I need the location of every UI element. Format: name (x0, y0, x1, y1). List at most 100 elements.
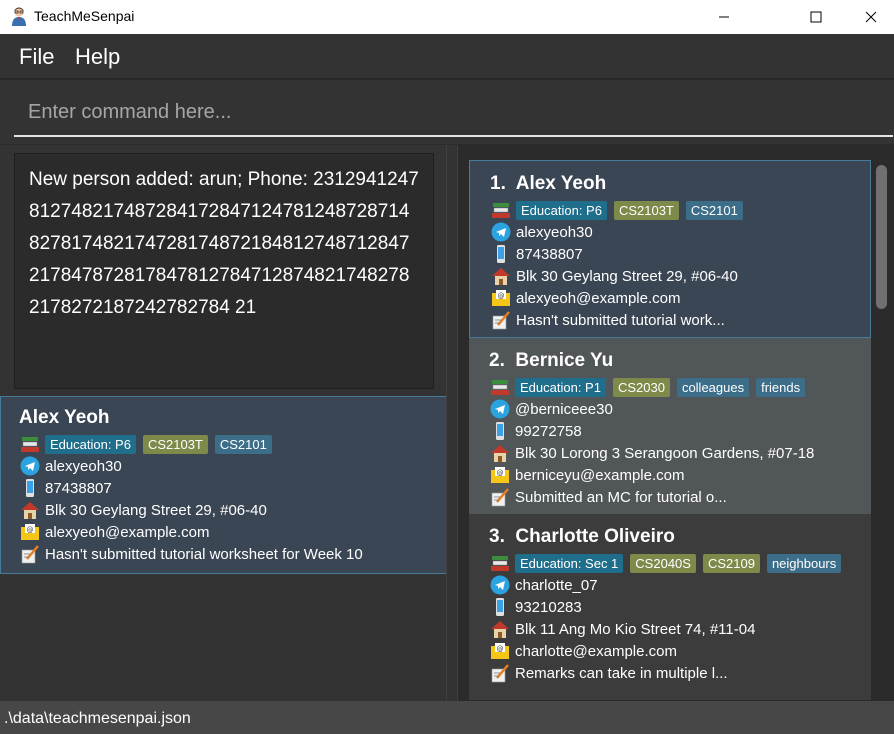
window-title: TeachMeSenpai (34, 8, 135, 24)
person-email-row: @ alexyeoh@example.com (490, 287, 850, 309)
person-list: 1. Alex Yeoh Education: P6 CS2103T CS210… (469, 160, 871, 700)
person-telegram: @berniceee30 (515, 400, 613, 418)
person-remark: Hasn't submitted tutorial work... (516, 311, 725, 329)
person-index: 2. (489, 350, 505, 371)
detail-tag: Education: P6 (45, 434, 136, 454)
person-address-row: Blk 11 Ang Mo Kio Street 74, #11-04 (489, 618, 851, 640)
detail-tags-row: Education: P6 CS2103T CS2101 (19, 433, 428, 455)
email-icon: @ (489, 465, 511, 485)
person-telegram-row: alexyeoh30 (490, 221, 850, 243)
phone-icon (489, 597, 511, 617)
person-name-row: 1. Alex Yeoh (490, 171, 850, 199)
telegram-icon (489, 575, 511, 595)
menu-file[interactable]: File (19, 44, 54, 70)
title-bar: TeachMeSenpai (0, 0, 894, 34)
minimize-icon[interactable] (701, 0, 747, 34)
person-name-row: 3. Charlotte Oliveiro (489, 524, 851, 552)
status-bar: .\data\teachmesenpai.json (0, 701, 894, 734)
detail-telegram: alexyeoh30 (45, 457, 122, 475)
phone-icon (19, 478, 41, 498)
detail-name: Alex Yeoh (19, 407, 110, 428)
split-divider[interactable] (446, 145, 458, 701)
person-address: Blk 30 Geylang Street 29, #06-40 (516, 267, 738, 285)
result-display: New person added: arun; Phone: 231294124… (14, 153, 434, 389)
svg-text:@: @ (497, 469, 504, 477)
command-box (0, 80, 894, 144)
detail-phone-row: 87438807 (19, 477, 428, 499)
phone-icon (489, 421, 511, 441)
person-tag: CS2040S (630, 553, 696, 573)
person-tags-row: Education: P6 CS2103T CS2101 (490, 199, 850, 221)
person-card[interactable]: 1. Alex Yeoh Education: P6 CS2103T CS210… (469, 160, 871, 338)
person-tag: Education: P1 (515, 377, 606, 397)
teacher-icon (10, 6, 28, 26)
person-phone: 99272758 (515, 422, 582, 440)
maximize-icon[interactable] (793, 0, 839, 34)
detail-remark: Hasn't submitted tutorial worksheet for … (45, 545, 363, 563)
person-tag: CS2103T (613, 200, 679, 220)
person-card[interactable]: 2. Bernice Yu Education: P1 CS2030 colle… (469, 338, 871, 514)
svg-text:@: @ (498, 292, 505, 300)
detail-address-row: Blk 30 Geylang Street 29, #06-40 (19, 499, 428, 521)
person-remark-row: Remarks can take in multiple l... (489, 662, 851, 684)
person-tag: CS2101 (685, 200, 743, 220)
person-remark-row: Hasn't submitted tutorial work... (490, 309, 850, 331)
remark-icon (489, 487, 511, 507)
person-telegram-row: @berniceee30 (489, 398, 851, 420)
person-name: Bernice Yu (515, 350, 614, 371)
detail-telegram-row: alexyeoh30 (19, 455, 428, 477)
left-panel: New person added: arun; Phone: 231294124… (0, 145, 447, 701)
person-detail-panel: Alex Yeoh Education: P6 CS2103T CS2101 a… (0, 396, 447, 574)
person-index: 3. (489, 526, 505, 547)
remark-icon (19, 544, 41, 564)
person-phone-row: 99272758 (489, 420, 851, 442)
email-icon: @ (490, 288, 512, 308)
svg-text:@: @ (27, 526, 34, 534)
person-address: Blk 11 Ang Mo Kio Street 74, #11-04 (515, 620, 756, 638)
menu-help[interactable]: Help (75, 44, 120, 70)
person-tag: neighbours (766, 553, 842, 573)
person-tag: Education: P6 (516, 200, 607, 220)
detail-email: alexyeoh@example.com (45, 523, 210, 541)
menu-bar: File Help (0, 34, 894, 79)
telegram-icon (490, 222, 512, 242)
books-icon (19, 434, 41, 454)
email-icon: @ (489, 641, 511, 661)
detail-phone: 87438807 (45, 479, 112, 497)
books-icon (490, 200, 512, 220)
person-list-panel: 1. Alex Yeoh Education: P6 CS2103T CS210… (458, 145, 894, 701)
house-icon (489, 619, 511, 639)
person-email: alexyeoh@example.com (516, 289, 681, 307)
house-icon (490, 266, 512, 286)
person-index: 1. (490, 173, 506, 194)
close-icon[interactable] (848, 0, 894, 34)
person-telegram: alexyeoh30 (516, 223, 593, 241)
remark-icon (489, 663, 511, 683)
person-address-row: Blk 30 Geylang Street 29, #06-40 (490, 265, 850, 287)
person-email: berniceyu@example.com (515, 466, 685, 484)
email-icon: @ (19, 522, 41, 542)
person-email-row: @ charlotte@example.com (489, 640, 851, 662)
person-tag: CS2109 (702, 553, 760, 573)
remark-icon (490, 310, 512, 330)
house-icon (19, 500, 41, 520)
telegram-icon (489, 399, 511, 419)
person-phone-row: 93210283 (489, 596, 851, 618)
house-icon (489, 443, 511, 463)
list-scrollbar-thumb[interactable] (876, 165, 887, 309)
person-phone-row: 87438807 (490, 243, 850, 265)
person-email-row: @ berniceyu@example.com (489, 464, 851, 486)
person-phone: 93210283 (515, 598, 582, 616)
person-tags-row: Education: P1 CS2030 colleagues friends (489, 376, 851, 398)
person-tag: friends (756, 377, 806, 397)
person-tags-row: Education: Sec 1 CS2040S CS2109 neighbou… (489, 552, 851, 574)
books-icon (489, 553, 511, 573)
command-input[interactable] (14, 90, 893, 137)
detail-tag: CS2103T (142, 434, 208, 454)
person-remark: Submitted an MC for tutorial o... (515, 488, 727, 506)
detail-tag: CS2101 (214, 434, 272, 454)
person-card[interactable]: 3. Charlotte Oliveiro Education: Sec 1 C… (469, 514, 871, 700)
phone-icon (490, 244, 512, 264)
person-remark: Remarks can take in multiple l... (515, 664, 728, 682)
books-icon (489, 377, 511, 397)
